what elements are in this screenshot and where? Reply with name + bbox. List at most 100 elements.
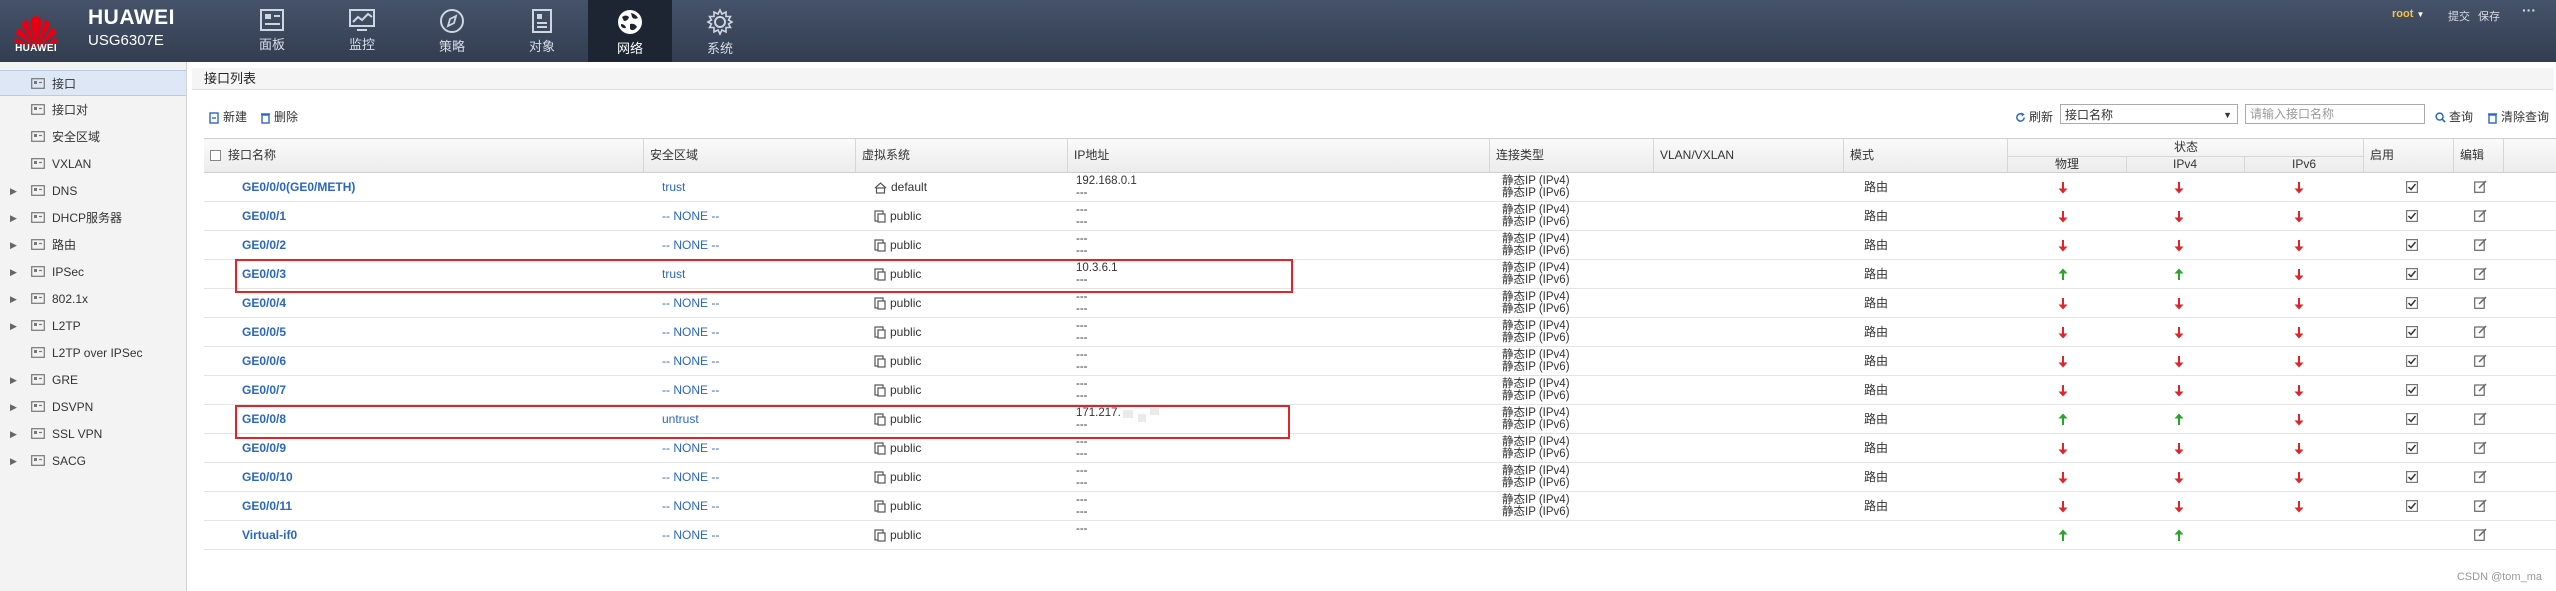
interface-name-link[interactable]: GE0/0/3 <box>242 260 286 288</box>
security-zone-link[interactable]: -- NONE -- <box>662 434 719 462</box>
edit-icon[interactable] <box>2474 528 2487 541</box>
enable-checkbox[interactable] <box>2406 384 2418 396</box>
interface-name-link[interactable]: GE0/0/11 <box>242 492 292 520</box>
col-vsys-header[interactable]: 虚拟系统 <box>856 139 1068 172</box>
save-link[interactable]: 保存 <box>2478 8 2500 24</box>
edit-icon[interactable] <box>2474 470 2487 483</box>
sidebar-item-dot1x[interactable]: ▶ 802.1x <box>0 286 186 312</box>
enable-checkbox[interactable] <box>2406 442 2418 454</box>
interface-name-link[interactable]: GE0/0/8 <box>242 405 286 433</box>
query-button[interactable]: 查询 <box>2435 108 2473 125</box>
enable-checkbox[interactable] <box>2406 268 2418 280</box>
chevron-right-icon[interactable]: ▶ <box>10 313 17 339</box>
clear-query-button[interactable]: 清除查询 <box>2487 108 2549 125</box>
sidebar-item-vxlan[interactable]: VXLAN <box>0 151 186 177</box>
security-zone-link[interactable]: trust <box>662 260 685 288</box>
nav-tab-monitor[interactable]: 监控 <box>320 0 404 62</box>
edit-icon[interactable] <box>2474 383 2487 396</box>
enable-checkbox[interactable] <box>2406 355 2418 367</box>
delete-button[interactable]: 删除 <box>260 108 298 125</box>
sidebar-item-dhcp[interactable]: ▶ DHCP服务器 <box>0 205 186 231</box>
new-button[interactable]: 新建 <box>209 108 247 125</box>
enable-checkbox[interactable] <box>2406 297 2418 309</box>
security-zone-link[interactable]: -- NONE -- <box>662 376 719 404</box>
interface-name-link[interactable]: GE0/0/7 <box>242 376 286 404</box>
edit-icon[interactable] <box>2474 180 2487 193</box>
enable-checkbox[interactable] <box>2406 326 2418 338</box>
chevron-right-icon[interactable]: ▶ <box>10 178 17 204</box>
security-zone-link[interactable]: -- NONE -- <box>662 202 719 230</box>
enable-checkbox[interactable] <box>2406 471 2418 483</box>
chevron-right-icon[interactable]: ▶ <box>10 286 17 312</box>
chevron-right-icon[interactable]: ▶ <box>10 394 17 420</box>
enable-checkbox[interactable] <box>2406 210 2418 222</box>
chevron-right-icon[interactable]: ▶ <box>10 205 17 231</box>
interface-name-link[interactable]: GE0/0/6 <box>242 347 286 375</box>
sidebar-item-sslvpn[interactable]: ▶ SSL VPN <box>0 421 186 447</box>
col-zone-header[interactable]: 安全区域 <box>644 139 856 172</box>
sidebar-item-interface-pair[interactable]: 接口对 <box>0 97 186 123</box>
col-vlan-header[interactable]: VLAN/VXLAN <box>1654 139 1844 172</box>
sidebar-item-dns[interactable]: ▶ DNS <box>0 178 186 204</box>
col-name-header[interactable]: 接口名称 <box>204 139 644 172</box>
sidebar-item-ipsec[interactable]: ▶ IPSec <box>0 259 186 285</box>
edit-icon[interactable] <box>2474 354 2487 367</box>
more-menu-icon[interactable]: ··· <box>2522 2 2536 18</box>
edit-icon[interactable] <box>2474 441 2487 454</box>
security-zone-link[interactable]: -- NONE -- <box>662 347 719 375</box>
security-zone-link[interactable]: trust <box>662 173 685 201</box>
interface-name-link[interactable]: GE0/0/0(GE0/METH) <box>242 173 355 201</box>
interface-name-link[interactable]: GE0/0/5 <box>242 318 286 346</box>
user-menu[interactable]: root ▼ <box>2392 8 2424 20</box>
sidebar-item-route[interactable]: ▶ 路由 <box>0 232 186 258</box>
edit-icon[interactable] <box>2474 325 2487 338</box>
edit-icon[interactable] <box>2474 499 2487 512</box>
edit-icon[interactable] <box>2474 209 2487 222</box>
security-zone-link[interactable]: -- NONE -- <box>662 492 719 520</box>
nav-tab-object[interactable]: 对象 <box>500 0 584 62</box>
edit-icon[interactable] <box>2474 412 2487 425</box>
sidebar-item-l2tp-ipsec[interactable]: L2TP over IPSec <box>0 340 186 366</box>
search-field-select[interactable]: 接口名称 ▼ <box>2060 104 2238 124</box>
chevron-right-icon[interactable]: ▶ <box>10 448 17 474</box>
chevron-right-icon[interactable]: ▶ <box>10 232 17 258</box>
security-zone-link[interactable]: -- NONE -- <box>662 318 719 346</box>
enable-checkbox[interactable] <box>2406 181 2418 193</box>
sidebar-item-l2tp[interactable]: ▶ L2TP <box>0 313 186 339</box>
sidebar-item-dsvpn[interactable]: ▶ DSVPN <box>0 394 186 420</box>
edit-icon[interactable] <box>2474 296 2487 309</box>
nav-tab-network[interactable]: 网络 <box>588 0 672 62</box>
col-ip-header[interactable]: IP地址 <box>1068 139 1490 172</box>
sidebar-item-sacg[interactable]: ▶ SACG <box>0 448 186 474</box>
refresh-button[interactable]: 刷新 <box>2015 108 2053 125</box>
edit-icon[interactable] <box>2474 238 2487 251</box>
sidebar-item-gre[interactable]: ▶ GRE <box>0 367 186 393</box>
chevron-right-icon[interactable]: ▶ <box>10 259 17 285</box>
nav-tab-policy[interactable]: 策略 <box>410 0 494 62</box>
interface-name-link[interactable]: GE0/0/2 <box>242 231 286 259</box>
chevron-right-icon[interactable]: ▶ <box>10 421 17 447</box>
chevron-right-icon[interactable]: ▶ <box>10 367 17 393</box>
sidebar-item-interface[interactable]: 接口 <box>0 70 186 96</box>
submit-link[interactable]: 提交 <box>2448 8 2470 24</box>
enable-checkbox[interactable] <box>2406 239 2418 251</box>
nav-tab-system[interactable]: 系统 <box>678 0 762 62</box>
security-zone-link[interactable]: -- NONE -- <box>662 231 719 259</box>
enable-checkbox[interactable] <box>2406 500 2418 512</box>
col-mode-header[interactable]: 模式 <box>1844 139 2008 172</box>
security-zone-link[interactable]: untrust <box>662 405 699 433</box>
security-zone-link[interactable]: -- NONE -- <box>662 289 719 317</box>
nav-tab-dashboard[interactable]: 面板 <box>230 0 314 62</box>
interface-name-link[interactable]: GE0/0/1 <box>242 202 286 230</box>
search-input[interactable] <box>2245 104 2425 124</box>
security-zone-link[interactable]: -- NONE -- <box>662 521 719 549</box>
enable-checkbox[interactable] <box>2406 413 2418 425</box>
edit-icon[interactable] <box>2474 267 2487 280</box>
interface-name-link[interactable]: GE0/0/10 <box>242 463 293 491</box>
interface-name-link[interactable]: GE0/0/4 <box>242 289 286 317</box>
interface-name-link[interactable]: GE0/0/9 <box>242 434 286 462</box>
security-zone-link[interactable]: -- NONE -- <box>662 463 719 491</box>
select-all-checkbox[interactable] <box>210 150 221 161</box>
col-conn-header[interactable]: 连接类型 <box>1490 139 1654 172</box>
interface-name-link[interactable]: Virtual-if0 <box>242 521 297 549</box>
